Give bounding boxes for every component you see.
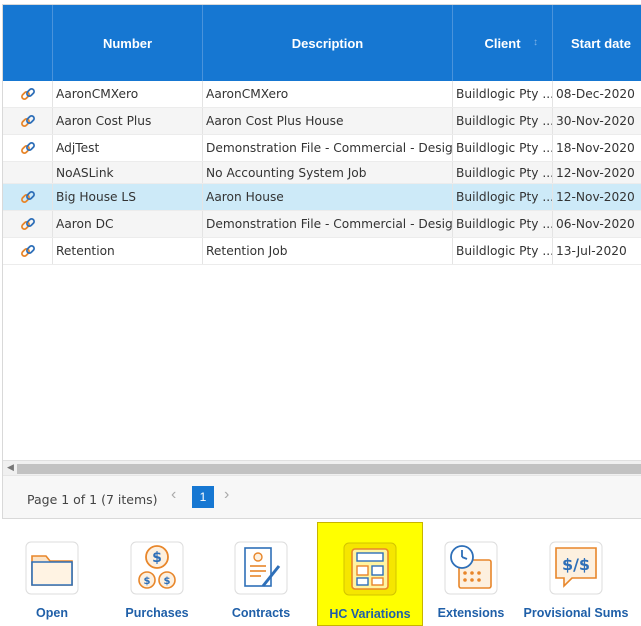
- horizontal-scrollbar[interactable]: ◀: [3, 460, 641, 475]
- link-icon: [20, 218, 35, 230]
- column-header-client[interactable]: Client ↕: [453, 5, 553, 81]
- link-cell: [3, 184, 53, 210]
- open-button[interactable]: Open: [20, 522, 84, 626]
- grid-header: Number Description Client ↕ Start date: [3, 5, 641, 81]
- cell-number: NoASLink: [53, 162, 203, 183]
- svg-text:$: $: [144, 576, 151, 587]
- link-icon: [20, 191, 35, 203]
- cell-client: Buildlogic Pty ...: [453, 211, 553, 237]
- cell-start: 08-Dec-2020: [553, 81, 641, 107]
- scroll-thumb[interactable]: [17, 464, 641, 474]
- cell-client: Buildlogic Pty ...: [453, 135, 553, 161]
- scroll-left-icon[interactable]: ◀: [7, 462, 14, 473]
- open-button-label: Open: [36, 606, 68, 620]
- cell-description: Demonstration File - Commercial - Desig.…: [203, 135, 453, 161]
- cell-client: Buildlogic Pty ...: [453, 162, 553, 183]
- cell-number: AdjTest: [53, 135, 203, 161]
- hc-variations-button-label: HC Variations: [329, 607, 411, 621]
- pager-next-icon[interactable]: ›: [224, 486, 229, 504]
- pager-info: Page 1 of 1 (7 items): [27, 492, 158, 507]
- link-icon: [20, 142, 35, 154]
- link-cell: [3, 162, 53, 183]
- cell-number: Big House LS: [53, 184, 203, 210]
- table-row[interactable]: NoASLink No Accounting System Job Buildlog…: [3, 162, 641, 184]
- extensions-button-label: Extensions: [437, 606, 505, 620]
- cell-description: No Accounting System Job: [203, 162, 453, 183]
- cell-start: 12-Nov-2020: [553, 162, 641, 183]
- cell-start: 06-Nov-2020: [553, 211, 641, 237]
- table-row[interactable]: AdjTest Demonstration File - Commercial -…: [3, 135, 641, 162]
- svg-text:$: $: [164, 576, 171, 587]
- sort-icon: ↕: [533, 37, 538, 48]
- money-bubble-icon: $/$: [549, 541, 603, 595]
- cell-start: 30-Nov-2020: [553, 108, 641, 134]
- link-cell: [3, 108, 53, 134]
- extensions-button[interactable]: Extensions: [436, 522, 506, 626]
- link-cell: [3, 81, 53, 107]
- cell-description: Aaron Cost Plus House: [203, 108, 453, 134]
- table-row[interactable]: Big House LS Aaron House Buildlogic Pty ..…: [3, 184, 641, 211]
- cell-client: Buildlogic Pty ...: [453, 81, 553, 107]
- column-header-client-label: Client: [484, 35, 521, 51]
- provisional-sums-button-label: Provisional Sums: [523, 606, 629, 620]
- action-toolbar: Open $ $ $ Purchases Contracts HC Variat…: [0, 522, 641, 626]
- link-icon: [20, 88, 35, 100]
- cell-number: Aaron DC: [53, 211, 203, 237]
- table-row[interactable]: Retention Retention Job Buildlogic Pty ...…: [3, 238, 641, 265]
- cell-start: 18-Nov-2020: [553, 135, 641, 161]
- table-row[interactable]: AaronCMXero AaronCMXero Buildlogic Pty ...…: [3, 81, 641, 108]
- link-cell: [3, 211, 53, 237]
- folder-icon: [25, 541, 79, 595]
- column-header-start-date[interactable]: Start date: [553, 5, 641, 81]
- contracts-button-label: Contracts: [231, 606, 291, 620]
- cell-description: Demonstration File - Commercial - Desig.…: [203, 211, 453, 237]
- cell-start: 13-Jul-2020: [553, 238, 641, 264]
- contract-icon: [234, 541, 288, 595]
- coins-icon: $ $ $: [130, 541, 184, 595]
- hc-variations-button[interactable]: HC Variations: [317, 522, 423, 626]
- pager-page-button[interactable]: 1: [192, 486, 214, 508]
- purchases-button[interactable]: $ $ $ Purchases: [122, 522, 192, 626]
- cell-client: Buildlogic Pty ...: [453, 108, 553, 134]
- link-icon: [20, 245, 35, 257]
- pager: Page 1 of 1 (7 items) ‹ 1 ›: [3, 475, 641, 518]
- table-row[interactable]: Aaron DC Demonstration File - Commercial …: [3, 211, 641, 238]
- cell-description: Aaron House: [203, 184, 453, 210]
- link-icon: [20, 115, 35, 127]
- column-header-number[interactable]: Number: [53, 5, 203, 81]
- column-header-description[interactable]: Description: [203, 5, 453, 81]
- provisional-sums-button[interactable]: $/$ Provisional Sums: [524, 522, 628, 626]
- pager-prev-icon[interactable]: ‹: [171, 486, 176, 504]
- link-cell: [3, 238, 53, 264]
- cell-number: Retention: [53, 238, 203, 264]
- calendar-clock-icon: [444, 541, 498, 595]
- cell-number: Aaron Cost Plus: [53, 108, 203, 134]
- calculator-icon: [343, 542, 397, 596]
- cell-description: Retention Job: [203, 238, 453, 264]
- cell-start: 12-Nov-2020: [553, 184, 641, 210]
- cell-client: Buildlogic Pty ...: [453, 184, 553, 210]
- cell-client: Buildlogic Pty ...: [453, 238, 553, 264]
- cell-description: AaronCMXero: [203, 81, 453, 107]
- svg-text:$: $: [152, 550, 162, 566]
- jobs-grid: Number Description Client ↕ Start date A…: [2, 4, 641, 519]
- svg-text:$/$: $/$: [562, 555, 590, 574]
- cell-number: AaronCMXero: [53, 81, 203, 107]
- purchases-button-label: Purchases: [125, 606, 189, 620]
- table-row[interactable]: Aaron Cost Plus Aaron Cost Plus House Buil…: [3, 108, 641, 135]
- link-cell: [3, 135, 53, 161]
- contracts-button[interactable]: Contracts: [227, 522, 295, 626]
- column-header-link[interactable]: [3, 5, 53, 81]
